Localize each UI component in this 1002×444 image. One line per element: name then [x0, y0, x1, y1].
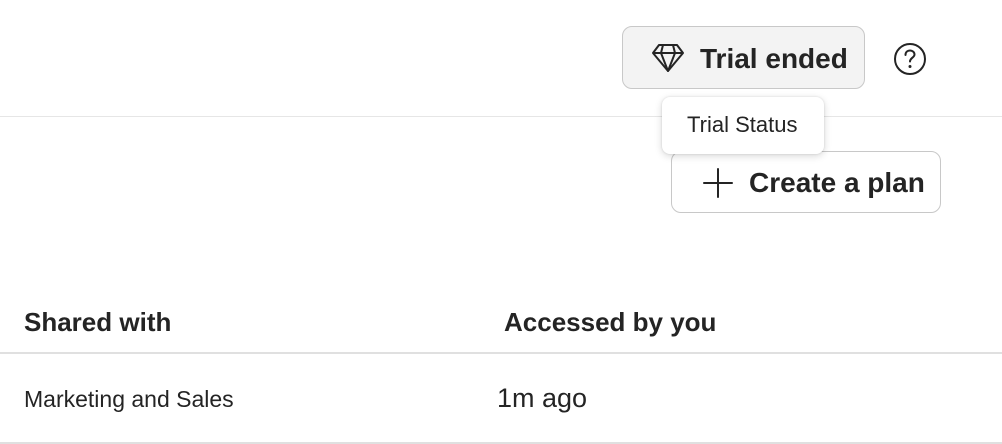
- column-header-shared-with[interactable]: Shared with: [24, 307, 171, 338]
- trial-status-button[interactable]: Trial ended: [622, 26, 865, 89]
- plus-icon: [702, 167, 734, 199]
- trial-status-tooltip: Trial Status: [662, 97, 824, 154]
- question-circle-icon: [893, 43, 927, 80]
- help-button[interactable]: [893, 42, 927, 76]
- table-row[interactable]: Marketing and Sales 1m ago: [0, 354, 1002, 442]
- tooltip-text: Trial Status: [687, 112, 798, 137]
- create-plan-button[interactable]: Create a plan: [671, 151, 941, 213]
- trial-status-label: Trial ended: [700, 43, 848, 74]
- cell-shared-with: Marketing and Sales: [24, 386, 234, 412]
- create-plan-label: Create a plan: [749, 167, 925, 198]
- topbar-divider: [0, 116, 1002, 117]
- column-header-accessed-by-you[interactable]: Accessed by you: [504, 307, 716, 338]
- cell-accessed-by-you: 1m ago: [497, 383, 588, 413]
- diamond-icon: [651, 42, 685, 74]
